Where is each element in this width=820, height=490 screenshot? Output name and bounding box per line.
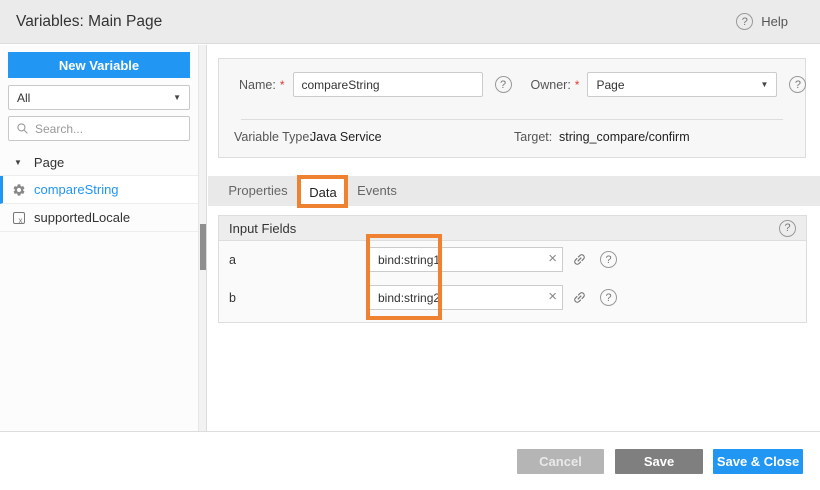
name-label: Name: (239, 78, 276, 92)
name-owner-row: Name: * ? Owner: * Page ▼ ? (239, 72, 806, 97)
tab-properties[interactable]: Properties (216, 176, 300, 206)
help-button[interactable]: ? Help (736, 13, 788, 30)
help-icon: ? (736, 13, 753, 30)
help-label: Help (761, 14, 788, 29)
expander-icon[interactable]: ▼ (14, 158, 22, 167)
service-gear-icon (11, 183, 26, 197)
save-and-close-button[interactable]: Save & Close (713, 449, 803, 474)
new-variable-button[interactable]: New Variable (8, 52, 190, 78)
required-marker: * (575, 78, 580, 92)
search-box (8, 116, 190, 141)
chevron-down-icon: ▼ (173, 93, 181, 102)
bind-link-icon[interactable] (569, 249, 590, 270)
input-fields-panel: Input Fields ? a × ? b × (218, 215, 807, 323)
variable-field-icon: x (11, 212, 26, 224)
tab-data[interactable]: Data (300, 176, 346, 206)
clear-icon[interactable]: × (548, 288, 557, 306)
binding-input-b[interactable] (369, 285, 563, 310)
binding-input-a[interactable] (369, 247, 563, 272)
field-name: b (229, 291, 369, 305)
footer-bar: Cancel Save Save & Close (0, 431, 820, 490)
owner-help-icon[interactable]: ? (789, 76, 806, 93)
input-fields-header: Input Fields ? (219, 216, 806, 241)
tab-events[interactable]: Events (346, 176, 408, 206)
required-marker: * (280, 78, 285, 92)
save-button[interactable]: Save (615, 449, 703, 474)
input-field-row-a: a × ? (229, 247, 617, 272)
target-label: Target: (514, 130, 552, 144)
variables-dialog: Variables: Main Page ? Help New Variable… (0, 0, 820, 490)
filter-value: All (17, 91, 30, 105)
search-input[interactable] (35, 122, 175, 136)
name-field[interactable] (293, 72, 483, 97)
cancel-button[interactable]: Cancel (517, 449, 604, 474)
name-help-icon[interactable]: ? (495, 76, 512, 93)
form-divider (241, 119, 783, 120)
filter-dropdown[interactable]: All ▼ (8, 85, 190, 110)
input-fields-help-icon[interactable]: ? (779, 220, 796, 237)
owner-value: Page (596, 78, 624, 92)
variable-detail-pane: Name: * ? Owner: * Page ▼ ? Variable Typ… (208, 45, 820, 431)
tree-group-label: Page (34, 155, 64, 170)
sidebar-item-label: supportedLocale (34, 210, 130, 225)
variable-type-value: Java Service (310, 130, 382, 144)
variable-type-label: Variable Type: (234, 130, 313, 144)
field-name: a (229, 253, 369, 267)
input-fields-title: Input Fields (229, 221, 296, 236)
variable-summary-form: Name: * ? Owner: * Page ▼ ? Variable Typ… (218, 58, 806, 158)
sidebar-item-supportedlocale[interactable]: x supportedLocale (0, 204, 198, 232)
variables-sidebar: New Variable All ▼ ▼ Page compareString … (0, 45, 198, 431)
sidebar-item-comparestring[interactable]: compareString (0, 176, 198, 204)
bind-link-icon[interactable] (569, 287, 590, 308)
sidebar-scrollbar-thumb[interactable] (200, 224, 206, 270)
owner-dropdown[interactable]: Page ▼ (587, 72, 777, 97)
sidebar-item-label: compareString (34, 182, 119, 197)
header-bar: Variables: Main Page ? Help (0, 0, 820, 44)
chevron-down-icon: ▼ (761, 80, 769, 89)
page-title: Variables: Main Page (16, 13, 162, 31)
target-value: string_compare/confirm (559, 130, 690, 144)
clear-icon[interactable]: × (548, 250, 557, 268)
field-help-icon[interactable]: ? (600, 251, 617, 268)
tree-group-page[interactable]: ▼ Page (0, 150, 198, 176)
search-icon (16, 122, 29, 135)
tab-bar: Properties Data Events (208, 176, 820, 206)
field-help-icon[interactable]: ? (600, 289, 617, 306)
owner-label: Owner: (531, 78, 571, 92)
input-field-row-b: b × ? (229, 285, 617, 310)
sidebar-scrollbar-track[interactable] (198, 45, 207, 431)
